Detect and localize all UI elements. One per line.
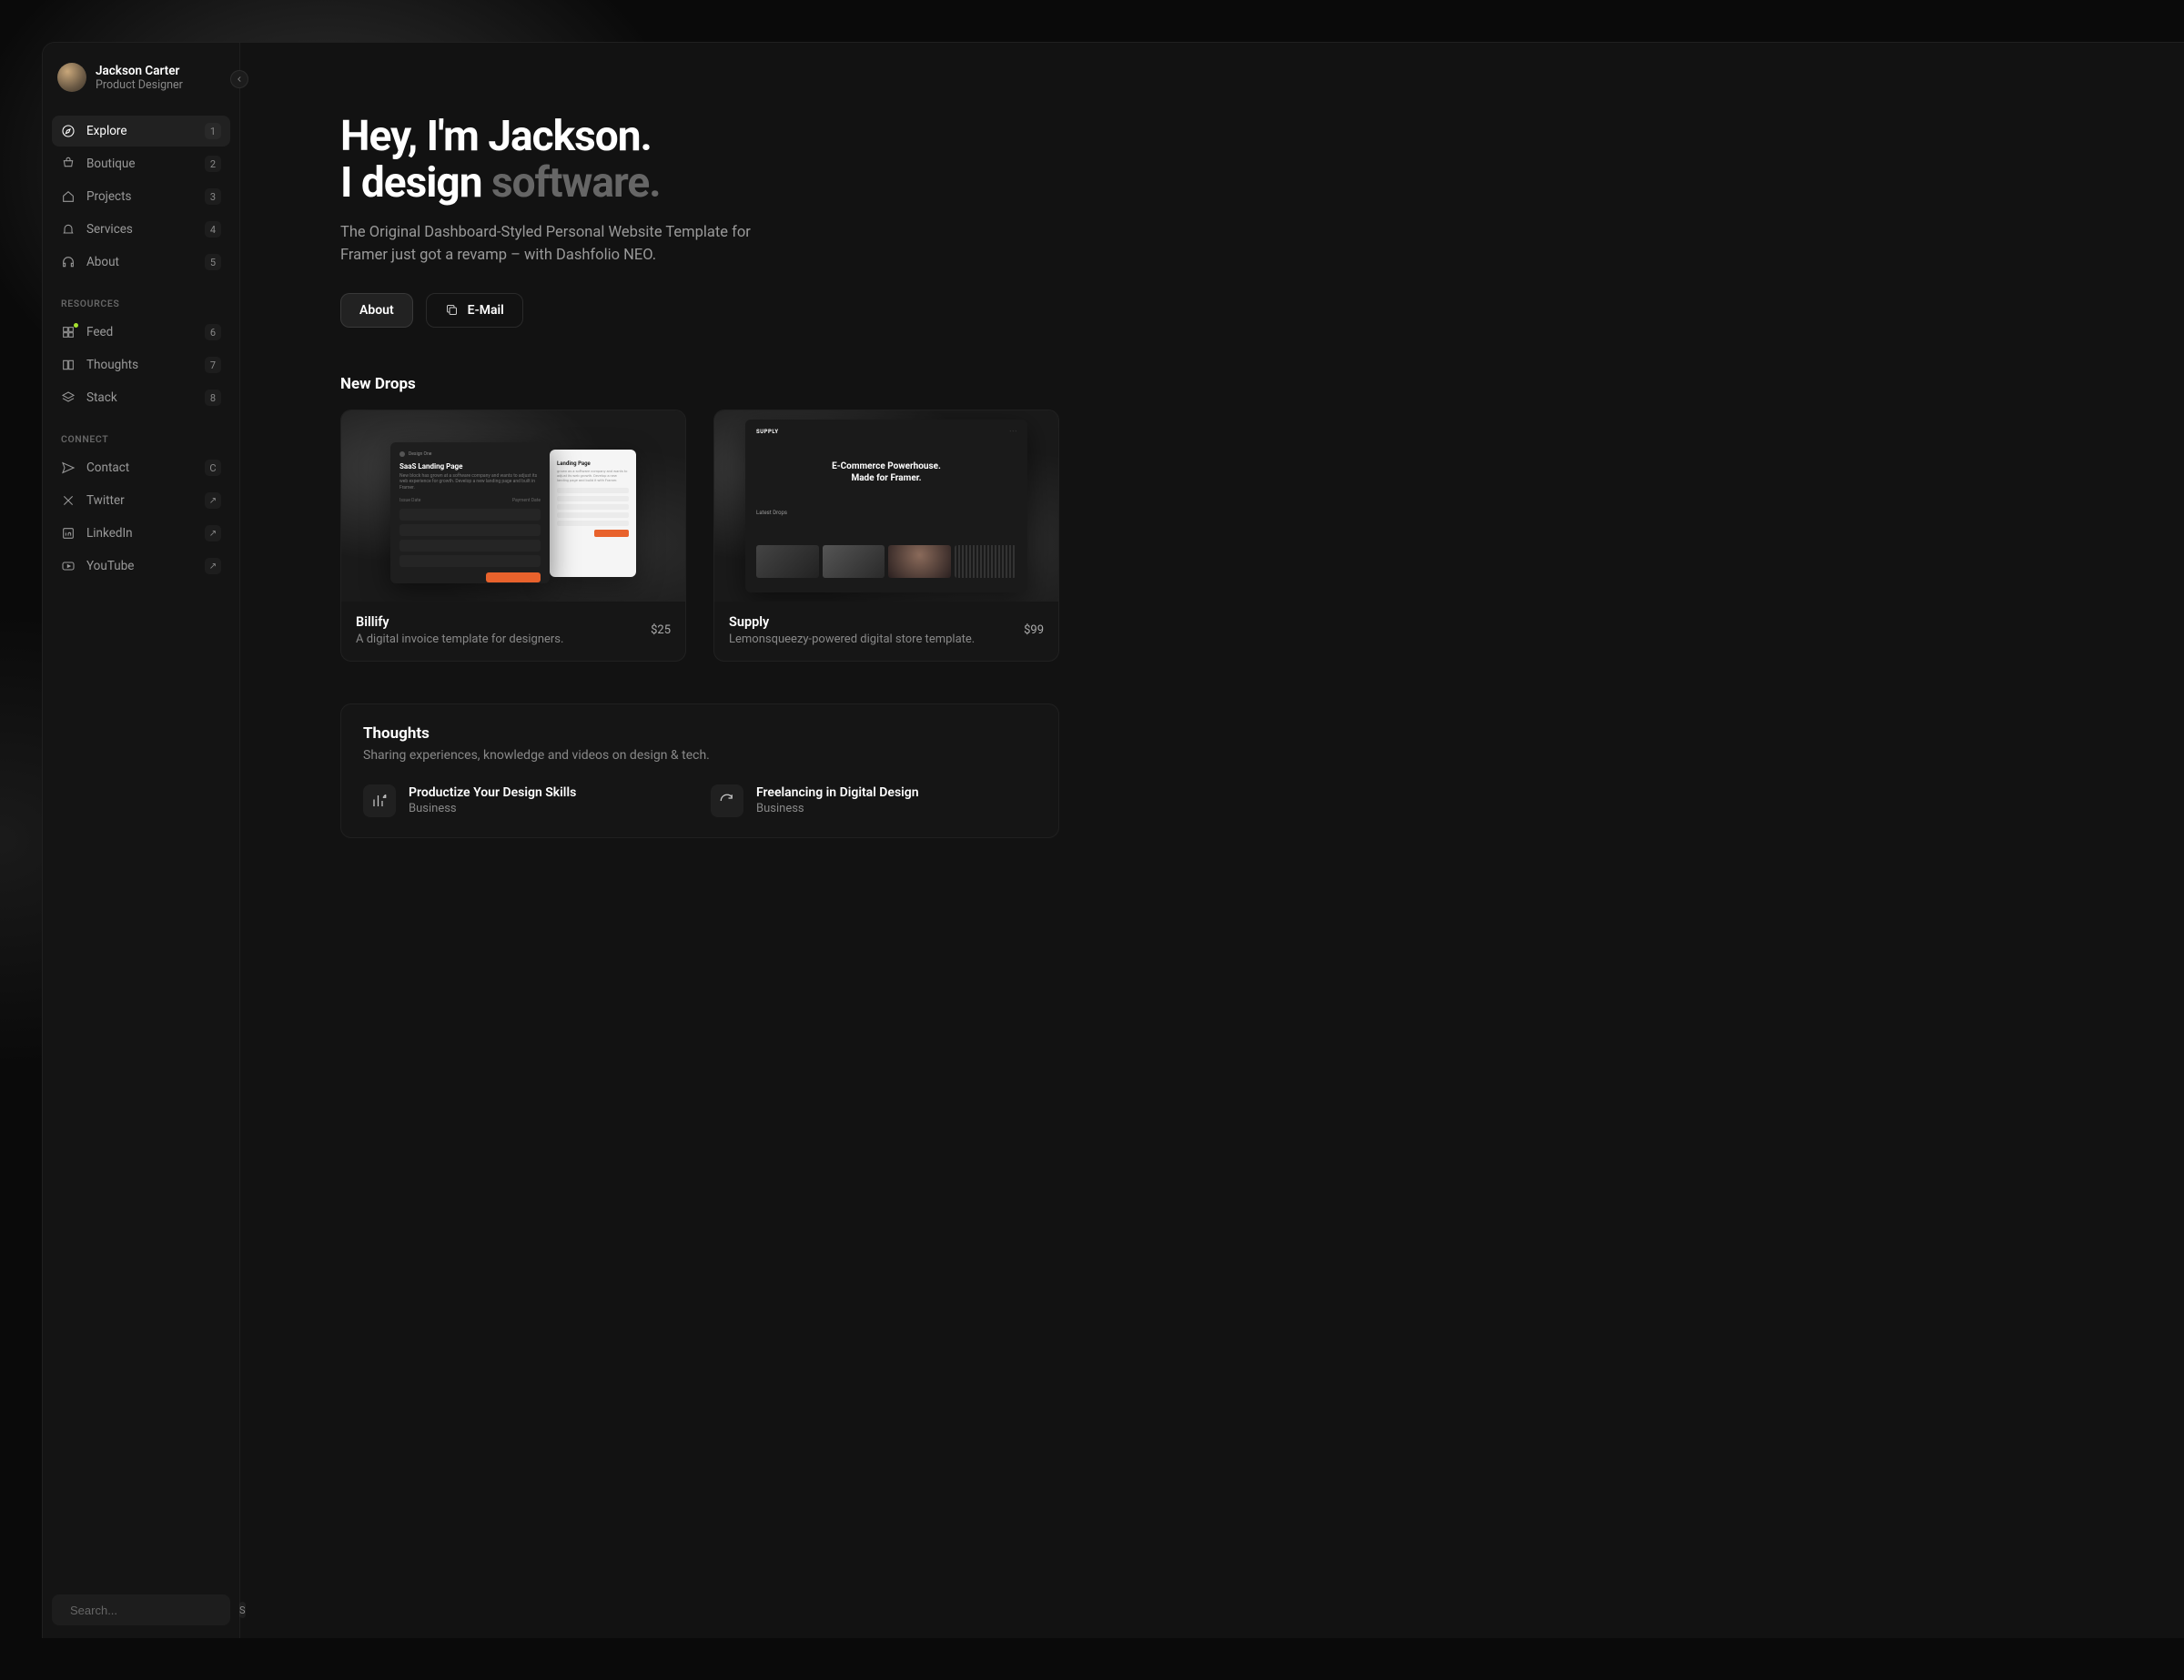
thoughts-title: Thoughts [363, 724, 1036, 743]
nav-label: Services [86, 222, 194, 237]
nav-label: Explore [86, 124, 194, 138]
home-icon [61, 189, 76, 204]
nav-item-services[interactable]: Services 4 [52, 214, 230, 245]
sidebar-collapse-button[interactable] [230, 70, 248, 88]
drop-card-supply[interactable]: SUPPLY· · · E-Commerce Powerhouse.Made f… [713, 410, 1059, 662]
nav-item-twitter[interactable]: Twitter ↗ [52, 485, 230, 516]
nav-label: LinkedIn [86, 526, 194, 541]
chevron-left-icon [235, 75, 244, 84]
profile-role: Product Designer [96, 78, 183, 92]
nav-item-linkedin[interactable]: LinkedIn ↗ [52, 518, 230, 549]
nav-primary: Explore 1 Boutique 2 Projects 3 Services… [52, 116, 230, 279]
thought-item[interactable]: Productize Your Design Skills Business [363, 784, 689, 817]
nav-label: About [86, 255, 194, 269]
nav-item-stack[interactable]: Stack 8 [52, 382, 230, 413]
hero-subtitle: The Original Dashboard-Styled Personal W… [340, 222, 777, 268]
mockup-dark: Design One SaaS Landing Page New block h… [390, 442, 550, 583]
drop-preview: Design One SaaS Landing Page New block h… [341, 410, 685, 602]
profile-name: Jackson Carter [96, 64, 183, 78]
drop-title: Billify [356, 614, 563, 630]
nav-item-youtube[interactable]: YouTube ↗ [52, 551, 230, 582]
nav-item-explore[interactable]: Explore 1 [52, 116, 230, 147]
nav-label: YouTube [86, 559, 194, 573]
thought-category: Business [409, 802, 576, 815]
cart-icon [61, 157, 76, 171]
nav-badge: 1 [205, 123, 221, 139]
drop-title: Supply [729, 614, 975, 630]
nav-header-connect: CONNECT [52, 424, 230, 452]
chart-icon [363, 784, 396, 817]
external-link-icon: ↗ [205, 558, 221, 574]
nav-badge: 2 [205, 156, 221, 172]
hero: Hey, I'm Jackson. I design software. The… [340, 114, 2184, 328]
external-link-icon: ↗ [205, 492, 221, 509]
nav-badge: 4 [205, 221, 221, 238]
mockup-light: Landing Page grown as a software company… [550, 450, 636, 577]
thoughts-section: Thoughts Sharing experiences, knowledge … [340, 703, 1059, 838]
x-icon [61, 493, 76, 508]
copy-icon [445, 303, 459, 317]
thoughts-subtitle: Sharing experiences, knowledge and video… [363, 748, 1036, 763]
compass-icon [61, 124, 76, 138]
about-button[interactable]: About [340, 293, 413, 328]
nav-label: Contact [86, 460, 194, 475]
nav-connect: CONNECT Contact C Twitter ↗ LinkedIn ↗ Y… [52, 424, 230, 583]
nav-header-resources: RESOURCES [52, 288, 230, 317]
email-button[interactable]: E-Mail [426, 293, 523, 328]
layers-icon [61, 390, 76, 405]
avatar [57, 63, 86, 92]
nav-badge: 5 [205, 254, 221, 270]
nav-badge: 6 [205, 324, 221, 340]
nav-label: Thoughts [86, 358, 194, 372]
drop-price: $99 [1024, 623, 1044, 637]
grid-icon [61, 325, 76, 339]
nav-item-contact[interactable]: Contact C [52, 452, 230, 483]
thought-category: Business [756, 802, 919, 815]
nav-label: Boutique [86, 157, 194, 171]
youtube-icon [61, 559, 76, 573]
nav-item-thoughts[interactable]: Thoughts 7 [52, 349, 230, 380]
headphones-icon [61, 255, 76, 269]
profile-block[interactable]: Jackson Carter Product Designer [52, 59, 230, 106]
search-shortcut: S [239, 1602, 246, 1618]
linkedin-icon [61, 526, 76, 541]
nav-item-projects[interactable]: Projects 3 [52, 181, 230, 212]
section-title: New Drops [340, 375, 2184, 393]
external-link-icon: ↗ [205, 525, 221, 541]
drop-card-billify[interactable]: Design One SaaS Landing Page New block h… [340, 410, 686, 662]
sidebar: Jackson Carter Product Designer Explore … [43, 43, 240, 1638]
search-bar[interactable]: S [52, 1594, 230, 1625]
nav-badge: C [205, 460, 221, 476]
bell-icon [61, 222, 76, 237]
app-shell: Jackson Carter Product Designer Explore … [42, 42, 2184, 1638]
hero-title: Hey, I'm Jackson. I design software. [340, 114, 2184, 206]
nav-item-feed[interactable]: Feed 6 [52, 317, 230, 348]
search-input[interactable] [70, 1604, 230, 1617]
nav-resources: RESOURCES Feed 6 Thoughts 7 Stack 8 [52, 288, 230, 415]
nav-label: Twitter [86, 493, 194, 508]
nav-badge: 3 [205, 188, 221, 205]
nav-badge: 8 [205, 390, 221, 406]
main-content: Hey, I'm Jackson. I design software. The… [240, 43, 2184, 1638]
drop-desc: A digital invoice template for designers… [356, 633, 563, 646]
refresh-icon [711, 784, 743, 817]
thought-item[interactable]: Freelancing in Digital Design Business [711, 784, 1036, 817]
send-icon [61, 460, 76, 475]
nav-label: Stack [86, 390, 194, 405]
nav-badge: 7 [205, 357, 221, 373]
thought-title: Productize Your Design Skills [409, 785, 576, 800]
thought-title: Freelancing in Digital Design [756, 785, 919, 800]
nav-label: Feed [86, 325, 194, 339]
drop-preview: SUPPLY· · · E-Commerce Powerhouse.Made f… [714, 410, 1058, 602]
nav-item-boutique[interactable]: Boutique 2 [52, 148, 230, 179]
new-drops-section: New Drops Design One SaaS Landing Page N… [340, 375, 2184, 662]
nav-item-about[interactable]: About 5 [52, 247, 230, 278]
feed-activity-dot [74, 323, 78, 328]
nav-label: Projects [86, 189, 194, 204]
drop-price: $25 [651, 623, 671, 637]
mockup-supply: SUPPLY· · · E-Commerce Powerhouse.Made f… [745, 420, 1027, 592]
book-icon [61, 358, 76, 372]
drop-desc: Lemonsqueezy-powered digital store templ… [729, 633, 975, 646]
